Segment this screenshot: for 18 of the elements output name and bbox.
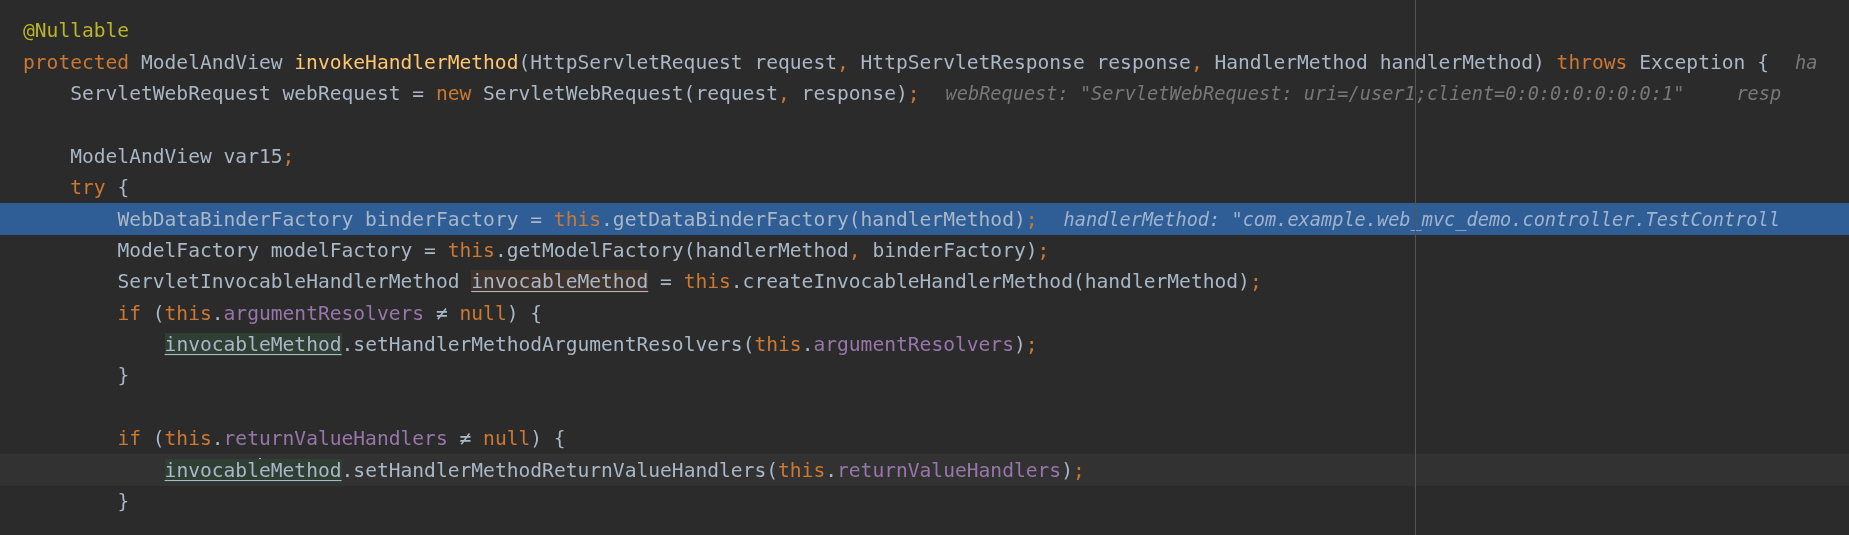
code-editor[interactable] bbox=[0, 0, 1849, 535]
code-line: try { bbox=[70, 176, 130, 200]
code-line: invocableMethod.setHandlerMethodReturnValueHandlers(this.returnValueHandlers); bbox=[164, 458, 1085, 482]
code-line: ServletInvocableHandlerMethod invocableMethod = this.createInvocableHandlerMethod(handlerMethod); bbox=[117, 270, 1262, 294]
code-line: invocableMethod.setHandlerMethodArgumentResolvers(this.argumentResolvers); bbox=[164, 333, 1038, 357]
code-line: ServletWebRequest webRequest = new ServletWebRequest(request, response); bbox=[70, 81, 920, 105]
code-line: protected ModelAndView invokeHandlerMethod(HttpServletRequest request, HttpServletResponse response, HandlerMethod handlerMethod) throws Exception { bbox=[23, 50, 1769, 74]
inlay-hint: resp bbox=[1736, 82, 1782, 104]
code-line: @Nullable bbox=[23, 19, 130, 43]
code-line: } bbox=[117, 364, 130, 388]
code-line: ModelAndView var15; bbox=[70, 144, 295, 168]
inlay-hint: webRequest: "ServletWebRequest: uri=/user1;client=0:0:0:0:0:0:0:1" bbox=[945, 82, 1685, 104]
code-line: ModelFactory modelFactory = this.getModelFactory(handlerMethod, binderFactory); bbox=[117, 238, 1050, 262]
code-line: WebDataBinderFactory binderFactory = this.getDataBinderFactory(handlerMethod); bbox=[117, 207, 1038, 231]
inlay-hint: ha bbox=[1794, 51, 1818, 73]
code-line: if (this.argumentResolvers ≠ null) { bbox=[117, 301, 543, 325]
code-line: } bbox=[117, 490, 130, 514]
code-line: if (this.returnValueHandlers ≠ null) { bbox=[117, 427, 566, 451]
